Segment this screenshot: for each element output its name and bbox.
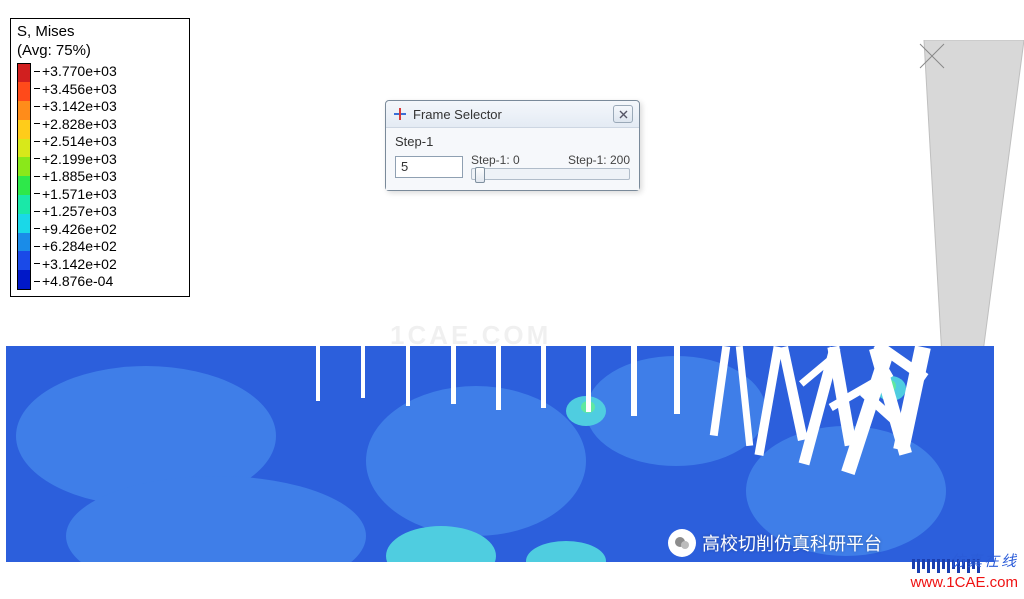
- legend-swatch: [18, 195, 30, 214]
- close-button[interactable]: [613, 105, 633, 123]
- wechat-text: 高校切削仿真科研平台: [702, 530, 882, 556]
- legend-swatch: [18, 101, 30, 120]
- legend-swatch: [18, 214, 30, 233]
- legend-tick: +1.885e+03: [42, 169, 117, 183]
- legend-tick: +9.426e+02: [42, 222, 117, 236]
- legend-tick: +1.571e+03: [42, 187, 117, 201]
- legend-swatch: [18, 233, 30, 252]
- legend-tick: +4.876e-04: [42, 274, 113, 288]
- legend-title: S, Mises (Avg: 75%): [17, 23, 181, 61]
- legend-swatch: [18, 270, 30, 289]
- wechat-icon: [668, 529, 696, 557]
- legend-colorbar: [17, 63, 31, 291]
- frame-selector-dialog[interactable]: Frame Selector Step-1 Step-1: 0 Step-1: …: [385, 100, 640, 191]
- bottom-watermark: 仿真在线 www.1CAE.com: [910, 551, 1018, 593]
- legend-swatch: [18, 251, 30, 270]
- close-icon: [619, 110, 628, 119]
- stress-legend: S, Mises (Avg: 75%) +3.770e+03 +3.456e+0…: [10, 18, 190, 297]
- legend-tick: +3.456e+03: [42, 82, 117, 96]
- legend-swatch: [18, 82, 30, 101]
- legend-tick: +6.284e+02: [42, 239, 117, 253]
- legend-tick: +3.770e+03: [42, 64, 117, 78]
- legend-swatch: [18, 64, 30, 83]
- app-icon: [392, 106, 408, 122]
- frame-selector-title: Frame Selector: [413, 107, 502, 122]
- frame-selector-titlebar[interactable]: Frame Selector: [386, 101, 639, 128]
- legend-title-line2: (Avg: 75%): [17, 42, 91, 59]
- legend-swatch: [18, 120, 30, 139]
- legend-tick: +2.514e+03: [42, 134, 117, 148]
- legend-tick: +2.828e+03: [42, 117, 117, 131]
- legend-swatch: [18, 139, 30, 158]
- legend-tick: +1.257e+03: [42, 204, 117, 218]
- legend-tick: +3.142e+03: [42, 99, 117, 113]
- legend-scale: +3.770e+03 +3.456e+03 +3.142e+03 +2.828e…: [17, 63, 181, 291]
- frame-slider[interactable]: [471, 168, 630, 180]
- legend-title-line1: S, Mises: [17, 23, 75, 40]
- legend-ticks: +3.770e+03 +3.456e+03 +3.142e+03 +2.828e…: [34, 63, 117, 291]
- frame-selector-body: Step-1 Step-1: 0 Step-1: 200: [386, 128, 639, 190]
- slider-min-label: Step-1: 0: [471, 153, 520, 167]
- watermark-url: www.1CAE.com: [910, 572, 1018, 593]
- legend-swatch: [18, 176, 30, 195]
- frame-number-input[interactable]: [395, 156, 463, 178]
- watermark-cn: 仿真在线: [910, 551, 1018, 572]
- frame-slider-thumb[interactable]: [475, 167, 485, 183]
- legend-tick: +3.142e+02: [42, 257, 117, 271]
- step-label: Step-1: [395, 134, 630, 149]
- legend-tick: +2.199e+03: [42, 152, 117, 166]
- cutting-tool: [864, 40, 1024, 370]
- slider-max-label: Step-1: 200: [568, 153, 630, 167]
- legend-swatch: [18, 157, 30, 176]
- wechat-watermark: 高校切削仿真科研平台: [668, 529, 882, 557]
